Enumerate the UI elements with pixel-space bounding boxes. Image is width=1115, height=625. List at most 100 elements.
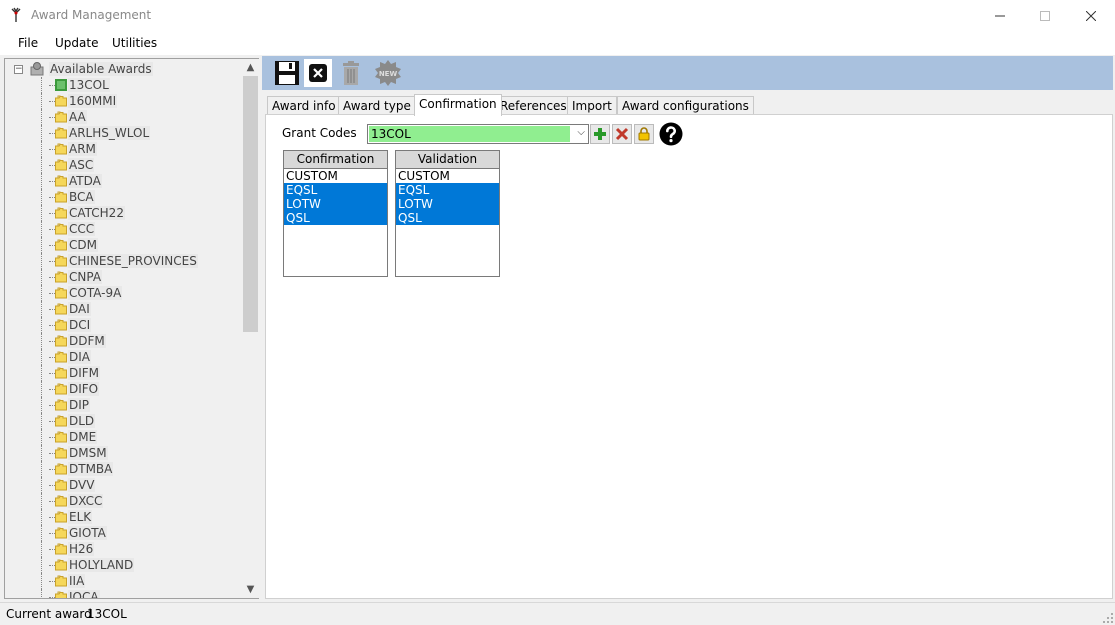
tree-item-label: DAI — [68, 302, 91, 316]
tab-award-info[interactable]: Award info — [267, 96, 341, 115]
tree-line — [41, 109, 42, 125]
tree-item[interactable]: HOLYLAND — [5, 557, 242, 573]
tree-root[interactable]: − Available Awards — [5, 61, 242, 77]
tab-confirmation[interactable]: Confirmation — [414, 94, 502, 116]
tree-item[interactable]: 13COL — [5, 77, 242, 93]
confirmation-list[interactable]: Confirmation CUSTOM EQSL LOTW QSL — [283, 150, 388, 277]
menu-update[interactable]: Update — [55, 36, 98, 50]
tree-item[interactable]: ARM — [5, 141, 242, 157]
list-item[interactable]: CUSTOM — [284, 169, 387, 183]
tree-line — [41, 365, 42, 381]
tree-item-label: DMSM — [68, 446, 108, 460]
tree-item[interactable]: CNPA — [5, 269, 242, 285]
tree-item[interactable]: DIP — [5, 397, 242, 413]
tree-item[interactable]: CCC — [5, 221, 242, 237]
tab-award-configurations[interactable]: Award configurations — [617, 96, 754, 115]
tree-item[interactable]: H26 — [5, 541, 242, 557]
folder-icon — [55, 431, 67, 443]
tree-item[interactable]: AA — [5, 109, 242, 125]
tree-item[interactable]: DAI — [5, 301, 242, 317]
list-item[interactable]: CUSTOM — [396, 169, 499, 183]
close-award-button[interactable] — [304, 59, 332, 87]
save-button[interactable] — [273, 59, 301, 87]
awards-tree-panel: − Available Awards 13COL 160MMI AA ARLHS_WL… — [4, 58, 259, 599]
tab-award-type[interactable]: Award type — [338, 96, 416, 115]
tree-item[interactable]: IIA — [5, 573, 242, 589]
list-item[interactable]: EQSL — [284, 183, 387, 197]
tree-item[interactable]: COTA-9A — [5, 285, 242, 301]
tree-item[interactable]: ARLHS_WLOL — [5, 125, 242, 141]
resize-grip-icon[interactable] — [1103, 613, 1113, 623]
tree-line — [41, 157, 42, 173]
tree-item[interactable]: DIA — [5, 349, 242, 365]
scroll-thumb[interactable] — [243, 76, 258, 332]
add-grant-button[interactable] — [590, 124, 610, 144]
list-item[interactable]: EQSL — [396, 183, 499, 197]
list-item[interactable]: QSL — [284, 211, 387, 225]
list-item[interactable]: QSL — [396, 211, 499, 225]
tree-line — [41, 77, 42, 93]
new-label: NEW — [379, 70, 398, 78]
tab-import[interactable]: Import — [567, 96, 617, 115]
tree-item[interactable]: DTMBA — [5, 461, 242, 477]
validation-list[interactable]: Validation CUSTOM EQSL LOTW QSL — [395, 150, 500, 277]
grant-codes-select[interactable]: 13COL ⌵ — [367, 124, 589, 144]
tree-line — [41, 573, 42, 589]
scroll-up-icon[interactable]: ▲ — [242, 59, 259, 76]
maximize-button[interactable] — [1022, 0, 1068, 31]
lock-grant-button[interactable] — [634, 124, 654, 144]
tree-item[interactable]: CDM — [5, 237, 242, 253]
tree-item[interactable]: DIFM — [5, 365, 242, 381]
delete-button[interactable] — [337, 59, 365, 87]
tree-item[interactable]: GIOTA — [5, 525, 242, 541]
tree-item[interactable]: DMSM — [5, 445, 242, 461]
tree-item[interactable]: ELK — [5, 509, 242, 525]
tree-item[interactable]: DME — [5, 429, 242, 445]
close-window-button[interactable] — [1068, 0, 1114, 31]
red-x-icon — [615, 127, 629, 141]
app-antenna-icon — [11, 7, 21, 22]
tree-line — [41, 589, 42, 598]
folder-icon — [55, 367, 67, 379]
tree-item[interactable]: DIFO — [5, 381, 242, 397]
tree-item-label: ARM — [68, 142, 97, 156]
tree-item[interactable]: IOCA — [5, 589, 242, 598]
grant-codes-label: Grant Codes — [282, 126, 357, 140]
tree-item[interactable]: DDFM — [5, 333, 242, 349]
minimize-icon — [995, 15, 1005, 16]
tree-item[interactable]: DXCC — [5, 493, 242, 509]
help-icon[interactable] — [659, 122, 683, 146]
scroll-down-icon[interactable]: ▼ — [242, 581, 259, 598]
confirmation-tab-content — [265, 114, 1113, 599]
tree-line — [41, 445, 42, 461]
maximize-icon — [1040, 10, 1050, 21]
list-item[interactable]: LOTW — [396, 197, 499, 211]
tree-item-label: IOCA — [68, 590, 100, 598]
list-item[interactable]: LOTW — [284, 197, 387, 211]
tree-item[interactable]: CATCH22 — [5, 205, 242, 221]
tree-item-label: ELK — [68, 510, 93, 524]
title-bar: Award Management — [0, 0, 1115, 31]
tree-item[interactable]: 160MMI — [5, 93, 242, 109]
menu-utilities[interactable]: Utilities — [112, 36, 157, 50]
tree-item[interactable]: DVV — [5, 477, 242, 493]
awards-tree[interactable]: − Available Awards 13COL 160MMI AA ARLHS_WL… — [5, 59, 242, 598]
tree-item[interactable]: ATDA — [5, 173, 242, 189]
tree-item[interactable]: ASC — [5, 157, 242, 173]
validation-list-header: Validation — [396, 151, 499, 169]
tree-scrollbar[interactable]: ▲ ▼ — [242, 59, 259, 598]
tree-line — [41, 493, 42, 509]
chevron-down-icon[interactable]: ⌵ — [577, 127, 585, 138]
minimize-button[interactable] — [977, 0, 1023, 31]
folder-icon — [55, 239, 67, 251]
tree-item[interactable]: CHINESE_PROVINCES — [5, 253, 242, 269]
tree-item[interactable]: DCI — [5, 317, 242, 333]
menu-file[interactable]: File — [18, 36, 38, 50]
tree-item[interactable]: BCA — [5, 189, 242, 205]
new-award-button[interactable]: NEW — [374, 59, 402, 87]
delete-grant-button[interactable] — [612, 124, 632, 144]
collapse-icon[interactable]: − — [14, 65, 23, 74]
tab-references[interactable]: References — [495, 96, 572, 115]
tree-item[interactable]: DLD — [5, 413, 242, 429]
tree-line — [41, 205, 42, 221]
